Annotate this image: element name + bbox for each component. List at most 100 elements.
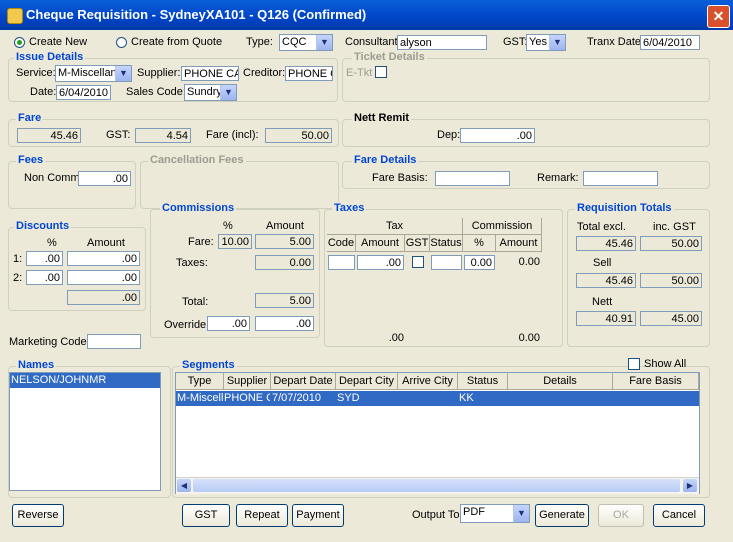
segments-header-fare-basis[interactable]: Fare Basis xyxy=(613,373,699,390)
list-item[interactable]: NELSON/JOHNMR xyxy=(10,373,160,388)
comm-fare-pct-field[interactable]: 10.00 xyxy=(218,234,252,249)
discount-pct-field[interactable]: .00 xyxy=(26,270,63,285)
etkt-checkbox[interactable] xyxy=(375,66,387,78)
create-from-quote-radio[interactable] xyxy=(116,37,127,48)
discount-pct-field[interactable]: .00 xyxy=(26,251,63,266)
tax-footer-comm: 0.00 xyxy=(518,332,540,344)
reverse-button[interactable]: Reverse xyxy=(12,504,64,527)
segments-grid[interactable]: Type Supplier Depart Date Depart City Ar… xyxy=(175,372,700,494)
discount-row-label: 2: xyxy=(13,272,23,284)
tax-amount-field[interactable]: .00 xyxy=(357,255,404,270)
dep-field[interactable]: .00 xyxy=(460,128,535,143)
nett-incl-field[interactable]: 45.00 xyxy=(640,311,702,326)
fare-incl-field[interactable]: 50.00 xyxy=(265,128,332,143)
comm-total-amount-field[interactable]: 5.00 xyxy=(255,293,314,308)
segments-header-depart-city[interactable]: Depart City xyxy=(336,373,398,390)
show-all-label: Show All xyxy=(644,358,687,370)
tax-comm-amount-header: Amount xyxy=(496,235,542,252)
repeat-button[interactable]: Repeat xyxy=(236,504,288,527)
issue-date-field[interactable]: 6/04/2010 xyxy=(56,85,111,100)
service-select[interactable]: M-Miscellane ▼ xyxy=(55,65,132,82)
title-bar[interactable]: Cheque Requisition - SydneyXA101 - Q126 … xyxy=(0,0,733,30)
tax-comm-amount-value: 0.00 xyxy=(518,256,540,268)
tax-status-field[interactable] xyxy=(431,255,462,270)
sales-code-select[interactable]: Sundry ▼ xyxy=(184,84,237,101)
chevron-down-icon: ▼ xyxy=(115,66,131,81)
payment-button[interactable]: Payment xyxy=(292,504,344,527)
ok-button[interactable]: OK xyxy=(598,504,644,527)
scrollbar-thumb[interactable] xyxy=(193,479,680,492)
discount-total-field[interactable]: .00 xyxy=(67,290,140,305)
remark-field[interactable] xyxy=(583,171,658,186)
ticket-details-group xyxy=(342,58,710,102)
nett-excl-field[interactable]: 40.91 xyxy=(576,311,636,326)
nett-remit-title: Nett Remit xyxy=(352,112,412,124)
sell-excl-field[interactable]: 45.46 xyxy=(576,273,636,288)
names-list[interactable]: NELSON/JOHNMR xyxy=(9,372,161,491)
fare-field[interactable]: 45.46 xyxy=(17,128,81,143)
scroll-right-icon[interactable]: ▶ xyxy=(683,479,697,492)
cheque-requisition-window: Cheque Requisition - SydneyXA101 - Q126 … xyxy=(0,0,733,542)
fare-gst-field[interactable]: 4.54 xyxy=(135,128,191,143)
segments-header-status[interactable]: Status xyxy=(458,373,508,390)
remark-label: Remark: xyxy=(537,172,579,184)
creditor-field[interactable]: PHONE CA xyxy=(285,66,333,81)
discount-amount-field[interactable]: .00 xyxy=(67,251,140,266)
fare-basis-label: Fare Basis: xyxy=(372,172,428,184)
segments-title: Segments xyxy=(180,359,237,371)
horizontal-scrollbar[interactable]: ◀ ▶ xyxy=(176,477,699,494)
supplier-field[interactable]: PHONE CAR xyxy=(181,66,239,81)
total-excl-label: Total excl. xyxy=(577,221,626,233)
create-new-label: Create New xyxy=(29,36,88,48)
discount-pct-header: % xyxy=(47,237,57,249)
create-new-radio[interactable] xyxy=(14,37,25,48)
fare-basis-field[interactable] xyxy=(435,171,510,186)
segments-header-type[interactable]: Type xyxy=(176,373,224,390)
segments-header-depart-date[interactable]: Depart Date xyxy=(271,373,336,390)
consultant-field[interactable]: alyson xyxy=(397,35,487,50)
total-excl-field[interactable]: 45.46 xyxy=(576,236,636,251)
output-to-select[interactable]: PDF ▼ xyxy=(460,504,530,523)
fare-incl-label: Fare (incl): xyxy=(206,129,259,141)
gst-button[interactable]: GST xyxy=(182,504,230,527)
segments-header-supplier[interactable]: Supplier xyxy=(224,373,271,390)
tranx-date-label: Tranx Date: xyxy=(587,36,645,48)
generate-button[interactable]: Generate xyxy=(535,504,589,527)
close-icon[interactable]: ✕ xyxy=(707,5,730,28)
issue-details-title: Issue Details xyxy=(14,51,86,63)
type-select[interactable]: CQC ▼ xyxy=(279,34,333,51)
consultant-label: Consultant: xyxy=(345,36,401,48)
fare-title: Fare xyxy=(16,112,44,124)
sell-incl-field[interactable]: 50.00 xyxy=(640,273,702,288)
comm-fare-label: Fare: xyxy=(188,236,214,248)
non-comm-field[interactable]: .00 xyxy=(78,171,131,186)
create-from-quote-label: Create from Quote xyxy=(131,36,223,48)
total-incl-field[interactable]: 50.00 xyxy=(640,236,702,251)
tax-gst-checkbox[interactable] xyxy=(412,256,424,268)
comm-override-amount-field[interactable]: .00 xyxy=(255,316,314,331)
comm-override-pct-field[interactable]: .00 xyxy=(207,316,250,331)
tranx-date-field[interactable]: 6/04/2010 xyxy=(640,35,700,50)
commission-group-header: Commission xyxy=(463,218,542,235)
discount-amount-field[interactable]: .00 xyxy=(67,270,140,285)
table-row[interactable]: M-Miscell PHONE CA 7/07/2010 SYD KK xyxy=(176,391,699,406)
comm-fare-amount-field[interactable]: 5.00 xyxy=(255,234,314,249)
tax-footer-amount: .00 xyxy=(388,332,404,344)
tax-code-field[interactable] xyxy=(328,255,355,270)
segments-header-arrive-city[interactable]: Arrive City xyxy=(398,373,458,390)
scroll-left-icon[interactable]: ◀ xyxy=(177,479,191,492)
segment-depart-date-cell: 7/07/2010 xyxy=(272,392,321,404)
marketing-code-label: Marketing Code: xyxy=(9,336,90,348)
show-all-checkbox[interactable] xyxy=(628,358,640,370)
gst-select[interactable]: Yes ▼ xyxy=(526,34,566,51)
tax-status-header: Status xyxy=(430,235,463,252)
cancel-button[interactable]: Cancel xyxy=(653,504,705,527)
comm-taxes-amount-field[interactable]: 0.00 xyxy=(255,255,314,270)
segment-status-cell: KK xyxy=(459,392,474,404)
segments-header-details[interactable]: Details xyxy=(508,373,613,390)
output-to-label: Output To: xyxy=(412,509,463,521)
tax-comm-pct-field[interactable]: 0.00 xyxy=(464,255,495,270)
tax-comm-pct-header: % xyxy=(463,235,496,252)
chevron-down-icon: ▼ xyxy=(220,85,236,100)
marketing-code-field[interactable] xyxy=(87,334,141,349)
